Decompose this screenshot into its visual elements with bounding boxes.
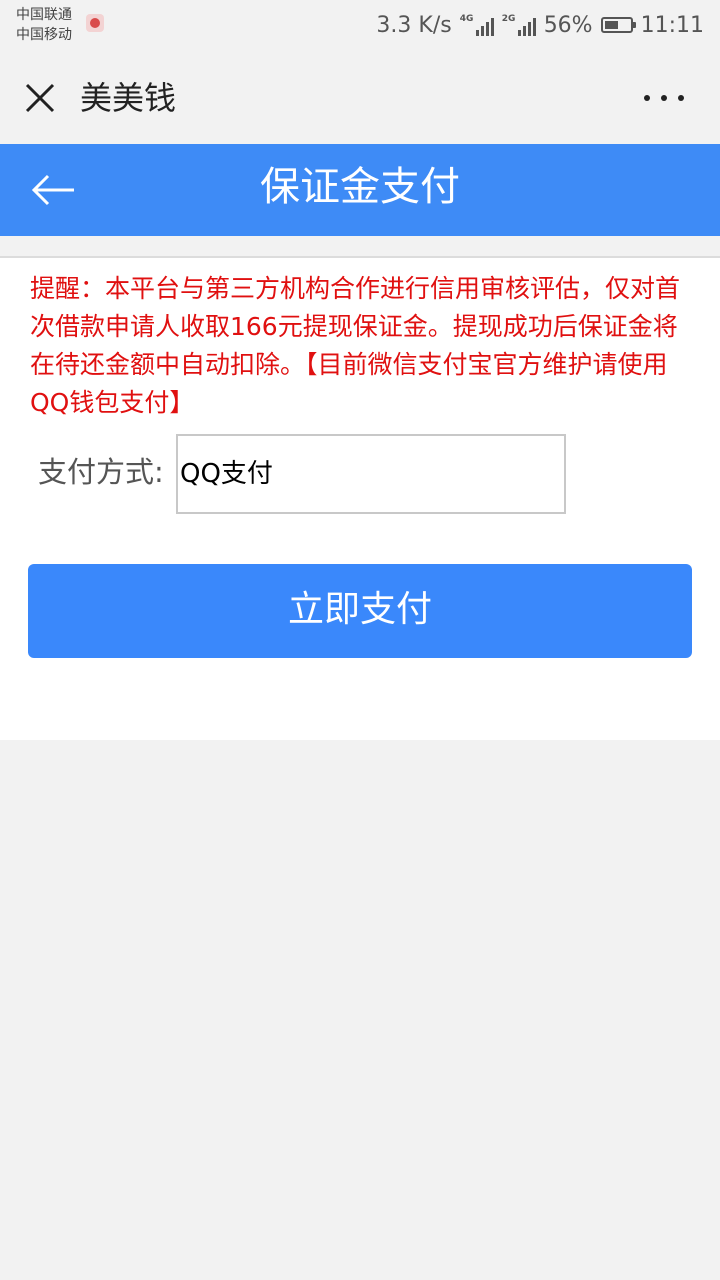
back-arrow-icon[interactable] [30, 172, 76, 208]
clock: 11:11 [640, 12, 704, 38]
payment-method-label: 支付方式: [38, 455, 164, 489]
payment-card: 提醒：本平台与第三方机构合作进行信用审核评估，仅对首次借款申请人收取166元提现… [0, 256, 720, 740]
wechat-top-bar: 美美钱 [0, 50, 720, 144]
carrier-1: 中国联通 [16, 7, 72, 23]
more-icon[interactable] [644, 88, 684, 108]
page-header: 保证金支付 [0, 144, 720, 236]
pay-now-button[interactable]: 立即支付 [28, 564, 692, 658]
net-speed: 3.3 K/s [376, 12, 452, 38]
notice-text: 提醒：本平台与第三方机构合作进行信用审核评估，仅对首次借款申请人收取166元提现… [30, 274, 681, 417]
page-title: 保证金支付 [260, 164, 460, 210]
webview-title: 美美钱 [80, 79, 177, 117]
signal-2-icon: 2G [502, 14, 536, 36]
close-icon[interactable] [22, 80, 58, 116]
status-bar: 中国联通 中国移动 3.3 K/s 4G 2G 56% 11:11 [0, 0, 720, 50]
signal-1-icon: 4G [460, 14, 494, 36]
signal-1-tag: 4G [459, 14, 474, 24]
battery-icon [600, 17, 636, 33]
signal-2-tag: 2G [501, 14, 516, 24]
battery-percent: 56% [543, 12, 593, 38]
payment-method-select[interactable]: QQ支付 [176, 434, 566, 514]
notification-app-icon [86, 14, 104, 32]
carrier-2: 中国移动 [16, 27, 72, 43]
carrier-info: 中国联通 中国移动 [16, 5, 72, 45]
battery-fill [604, 21, 618, 29]
status-right: 3.3 K/s 4G 2G 56% 11:11 [376, 8, 704, 42]
